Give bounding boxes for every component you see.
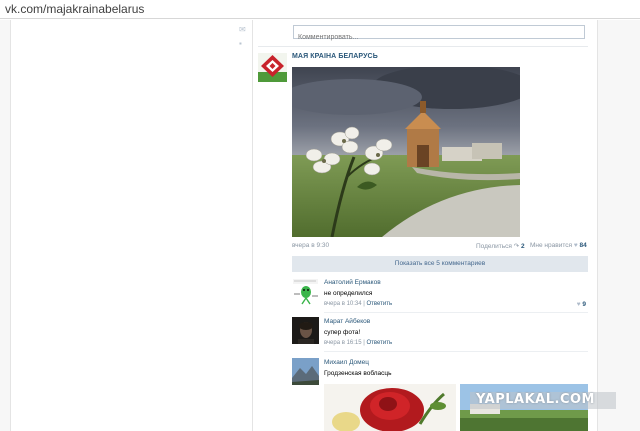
avatar[interactable] [292,278,319,305]
divider [258,46,588,47]
reply-link[interactable]: Ответить [367,301,393,307]
belarus-ornament-logo [258,53,287,82]
comment-text: Гродзенская вобласць [324,370,392,377]
post-time[interactable]: вчера в 9:30 [292,242,329,249]
wall-column-border [252,20,253,431]
portrait-avatar-image [292,317,319,344]
avatar[interactable] [292,358,319,385]
divider [324,312,588,313]
right-column-border [597,20,598,431]
like-button[interactable]: Мне нравится ♥ 84 [530,242,587,249]
comment-author-link[interactable]: Анатолий Ермаков [324,279,381,286]
post-photo[interactable] [292,67,520,237]
heart-icon: ♥ [573,242,578,249]
comment-field[interactable] [293,25,585,44]
share-count: 2 [520,243,525,250]
left-column-border [10,20,11,431]
chat-icon[interactable]: ▪ [239,40,247,48]
comment-input[interactable] [294,31,584,44]
comment-attachment-photo[interactable] [324,384,456,431]
comment-author-link[interactable]: Марат Айбеков [324,318,370,325]
comment-text: не определился [324,290,373,297]
reply-link[interactable]: Ответить [367,340,393,346]
like-count: 84 [579,242,587,249]
watermark: YAPLAKAL.COM [470,392,616,409]
comment-like-count: 9 [582,301,586,308]
comment-time[interactable]: вчера в 10:34 [324,301,362,307]
avatar[interactable] [292,317,319,344]
comment-meta: вчера в 16:15 | Ответить [324,340,392,346]
comment-text: супер фота! [324,329,361,336]
comment-time[interactable]: вчера в 16:15 [324,340,362,346]
group-avatar[interactable] [258,53,287,82]
like-label: Мне нравится [530,242,573,249]
comment-meta: вчера в 10:34 | Ответить [324,301,392,307]
share-label: Поделиться [476,243,512,250]
rose-photo [324,384,456,431]
watermark-text: YAPLAKAL.COM [476,392,595,407]
share-icon: ↷ [513,243,520,250]
mail-icon[interactable]: ✉ [239,26,247,34]
cartoon-avatar-image [292,278,319,305]
landscape-avatar-image [292,358,319,385]
left-gutter [0,20,10,431]
heart-icon: ♥ [576,301,581,308]
comment-author-link[interactable]: Михаил Домец [324,359,369,366]
comment-item: Марат Айбеков супер фота! вчера в 16:15 … [292,317,588,349]
group-name-link[interactable]: МАЯ КРАІНА БЕЛАРУСЬ [292,53,378,60]
divider [324,351,588,352]
comment-item: Михаил Домец Гродзенская вобласць [292,358,588,385]
show-all-comments-button[interactable]: Показать все 5 комментариев [292,256,588,272]
church-and-blossom-photo [292,67,520,237]
comment-item: Анатолий Ермаков не определился вчера в … [292,278,588,310]
browser-address-bar[interactable]: vk.com/majakrainabelarus [0,0,640,19]
right-gutter [598,20,640,431]
url-text[interactable]: vk.com/majakrainabelarus [5,2,144,16]
comment-like-button[interactable]: ♥ 9 [577,301,586,308]
share-button[interactable]: Поделиться ↷ 2 [476,242,525,250]
